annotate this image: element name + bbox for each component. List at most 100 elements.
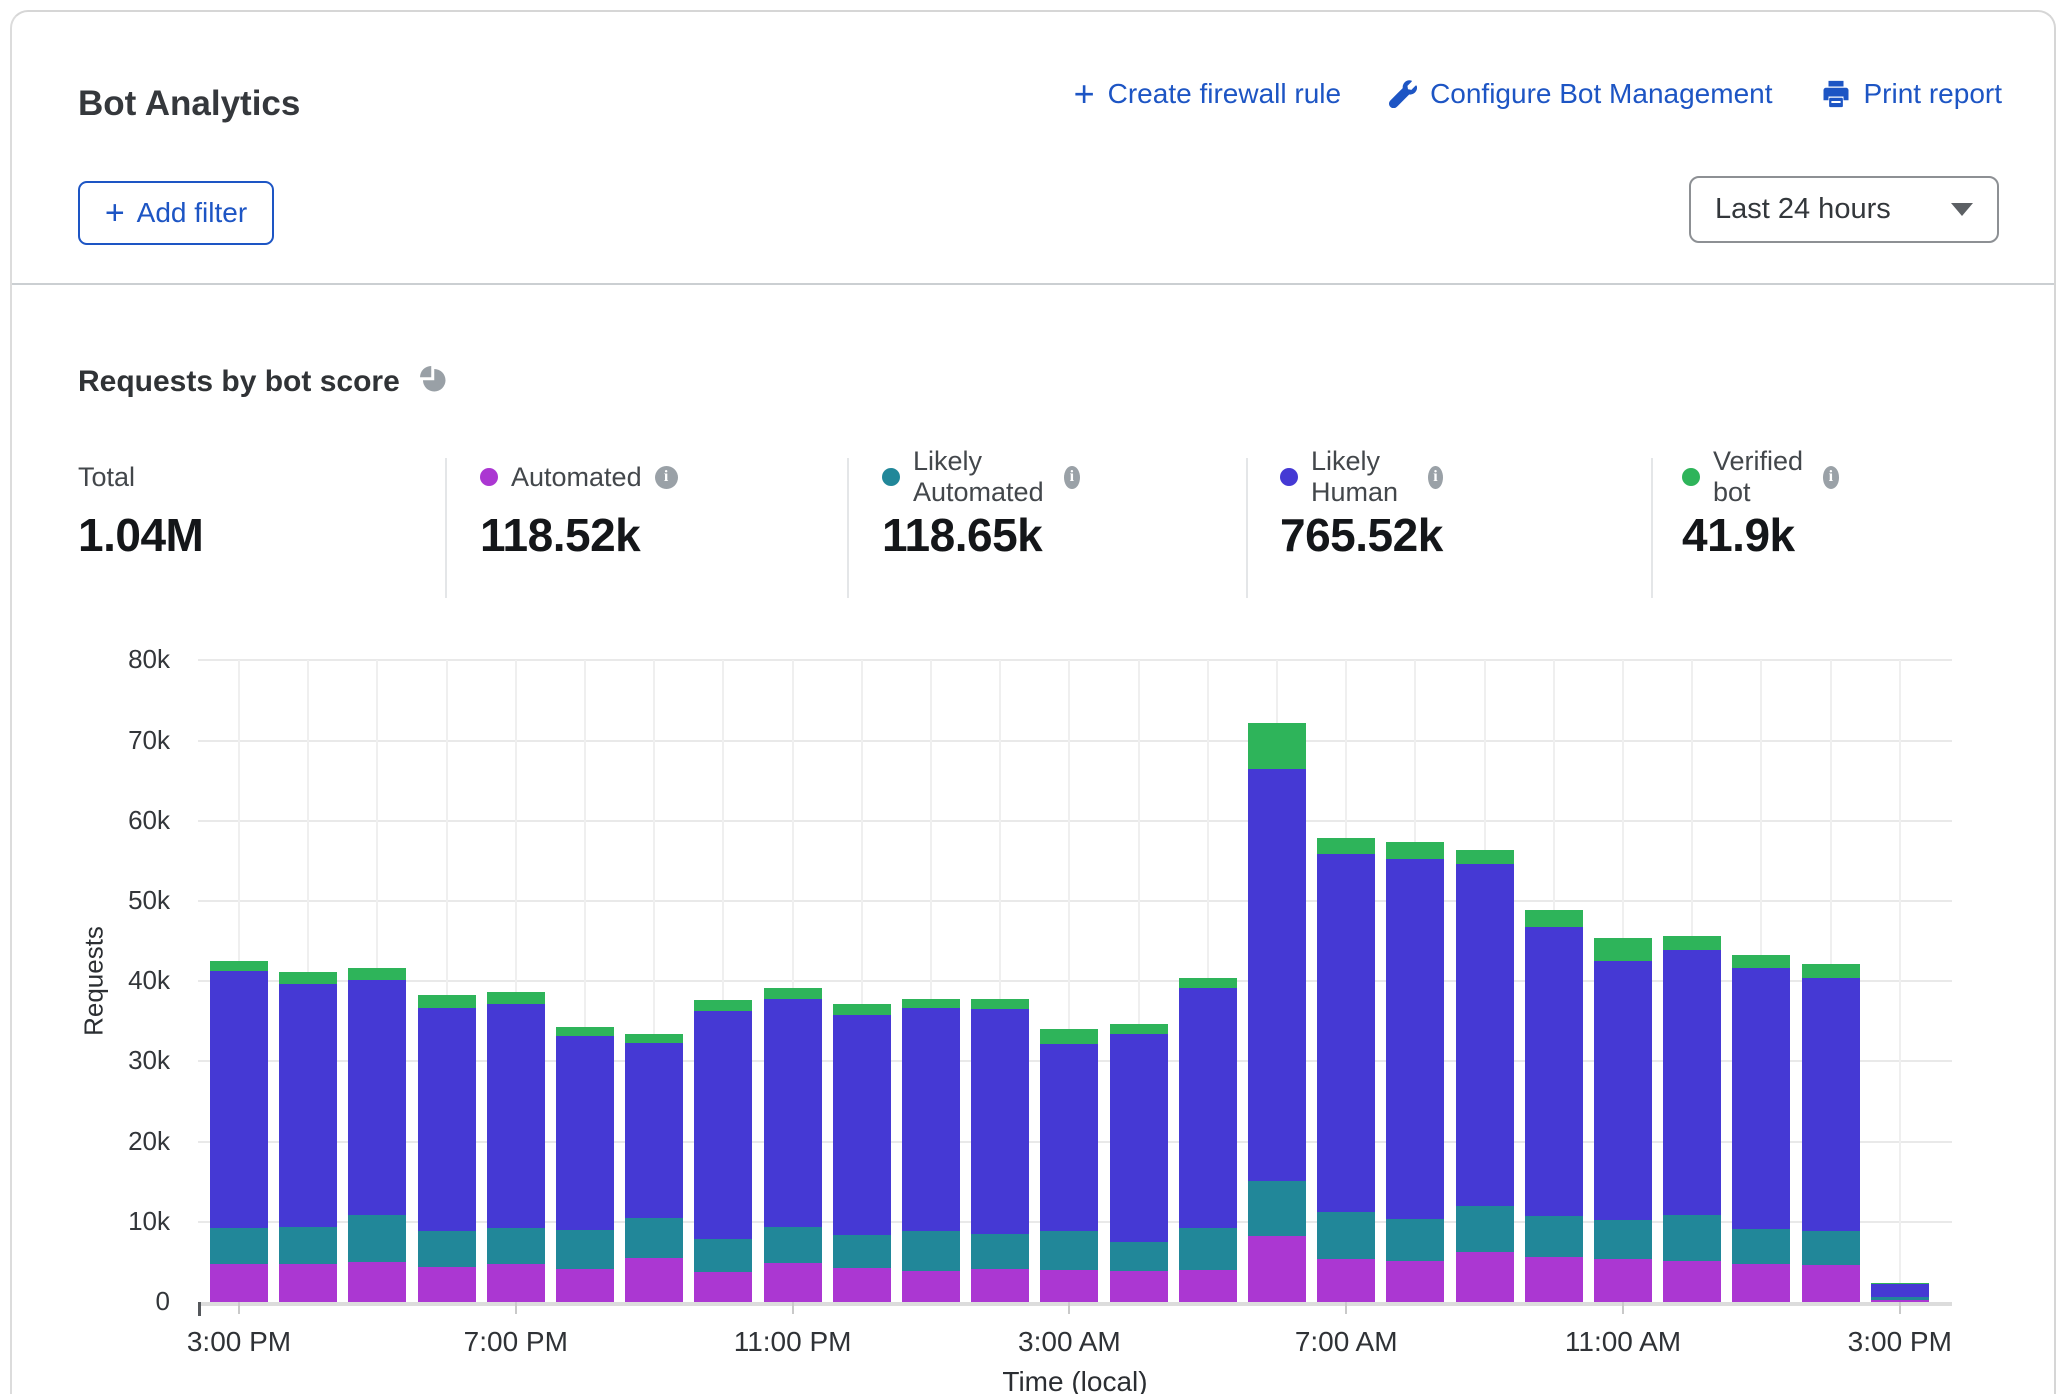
bar-segment-verified-bot[interactable] (1248, 723, 1306, 769)
bar-segment-automated[interactable] (279, 1264, 337, 1302)
bar-segment-automated[interactable] (1525, 1257, 1583, 1302)
bar-segment-likely-human[interactable] (1732, 968, 1790, 1229)
bar-segment-verified-bot[interactable] (971, 999, 1029, 1009)
bar-segment-verified-bot[interactable] (1040, 1029, 1098, 1043)
bar-segment-automated[interactable] (1317, 1259, 1375, 1302)
bar-segment-likely-human[interactable] (1525, 927, 1583, 1217)
stacked-bar[interactable] (1594, 938, 1652, 1302)
stacked-bar[interactable] (1110, 1024, 1168, 1302)
bar-segment-verified-bot[interactable] (210, 961, 268, 971)
bar-segment-automated[interactable] (348, 1262, 406, 1302)
bar-segment-likely-automated[interactable] (487, 1228, 545, 1264)
bar-segment-likely-human[interactable] (1456, 864, 1514, 1206)
bar-segment-likely-human[interactable] (1110, 1034, 1168, 1242)
bar-segment-likely-human[interactable] (1248, 769, 1306, 1181)
bar-segment-likely-human[interactable] (833, 1015, 891, 1235)
stacked-bar[interactable] (210, 961, 268, 1302)
bar-segment-likely-human[interactable] (556, 1036, 614, 1230)
bar-segment-automated[interactable] (1248, 1236, 1306, 1302)
bar-segment-likely-automated[interactable] (625, 1218, 683, 1258)
bar-segment-likely-human[interactable] (625, 1043, 683, 1218)
bar-segment-automated[interactable] (902, 1271, 960, 1302)
bar-segment-verified-bot[interactable] (764, 988, 822, 998)
bar-segment-verified-bot[interactable] (348, 968, 406, 980)
stacked-bar[interactable] (1317, 838, 1375, 1302)
bar-segment-automated[interactable] (1386, 1261, 1444, 1302)
stacked-bar[interactable] (556, 1027, 614, 1302)
bar-segment-automated[interactable] (971, 1269, 1029, 1302)
bar-segment-likely-automated[interactable] (210, 1228, 268, 1264)
bar-segment-likely-automated[interactable] (1040, 1231, 1098, 1270)
bar-segment-automated[interactable] (625, 1258, 683, 1302)
bar-segment-likely-automated[interactable] (1248, 1181, 1306, 1236)
bar-segment-likely-human[interactable] (1040, 1044, 1098, 1231)
bar-segment-verified-bot[interactable] (487, 992, 545, 1004)
bar-segment-likely-automated[interactable] (418, 1231, 476, 1267)
stacked-bar[interactable] (1802, 964, 1860, 1302)
stacked-bar[interactable] (1663, 936, 1721, 1302)
bar-segment-likely-automated[interactable] (1179, 1228, 1237, 1270)
bar-segment-likely-automated[interactable] (1525, 1216, 1583, 1257)
bar-segment-automated[interactable] (764, 1263, 822, 1302)
bar-segment-verified-bot[interactable] (1386, 842, 1444, 858)
bar-segment-likely-automated[interactable] (1386, 1219, 1444, 1262)
bar-segment-likely-automated[interactable] (1663, 1215, 1721, 1262)
stacked-bar[interactable] (1040, 1029, 1098, 1302)
bar-segment-automated[interactable] (1732, 1264, 1790, 1302)
bar-segment-likely-human[interactable] (1871, 1284, 1929, 1298)
bar-segment-likely-human[interactable] (1663, 950, 1721, 1215)
bar-segment-verified-bot[interactable] (1110, 1024, 1168, 1034)
bar-segment-likely-automated[interactable] (279, 1227, 337, 1264)
bar-segment-automated[interactable] (833, 1268, 891, 1302)
bar-segment-verified-bot[interactable] (1594, 938, 1652, 961)
bar-segment-likely-automated[interactable] (902, 1231, 960, 1271)
stacked-bar[interactable] (348, 968, 406, 1302)
stacked-bar[interactable] (694, 1000, 752, 1302)
bar-segment-likely-automated[interactable] (1317, 1212, 1375, 1259)
bar-segment-verified-bot[interactable] (1802, 964, 1860, 978)
bar-segment-likely-human[interactable] (210, 971, 268, 1228)
bar-segment-automated[interactable] (1179, 1270, 1237, 1302)
bar-segment-likely-human[interactable] (1317, 854, 1375, 1212)
bar-segment-likely-human[interactable] (1802, 978, 1860, 1231)
bar-segment-automated[interactable] (1802, 1265, 1860, 1302)
bar-segment-likely-human[interactable] (418, 1008, 476, 1231)
bar-segment-likely-human[interactable] (902, 1008, 960, 1231)
bar-segment-verified-bot[interactable] (902, 999, 960, 1008)
bar-segment-likely-automated[interactable] (1110, 1242, 1168, 1271)
bar-segment-likely-human[interactable] (487, 1004, 545, 1228)
stacked-bar[interactable] (625, 1034, 683, 1302)
bar-segment-verified-bot[interactable] (1456, 850, 1514, 864)
bar-segment-automated[interactable] (1110, 1271, 1168, 1302)
stacked-bar[interactable] (1386, 842, 1444, 1302)
bar-segment-automated[interactable] (1663, 1261, 1721, 1302)
stacked-bar[interactable] (418, 995, 476, 1302)
stacked-bar[interactable] (1732, 955, 1790, 1302)
bar-segment-likely-human[interactable] (1179, 988, 1237, 1228)
bar-segment-automated[interactable] (1594, 1259, 1652, 1302)
stacked-bar[interactable] (833, 1004, 891, 1302)
bar-segment-verified-bot[interactable] (1525, 910, 1583, 927)
bar-segment-likely-automated[interactable] (1802, 1231, 1860, 1265)
bar-segment-automated[interactable] (418, 1267, 476, 1302)
bar-segment-automated[interactable] (1040, 1270, 1098, 1302)
bar-segment-automated[interactable] (694, 1272, 752, 1302)
bar-segment-automated[interactable] (556, 1269, 614, 1302)
bar-segment-verified-bot[interactable] (625, 1034, 683, 1043)
bar-segment-likely-automated[interactable] (764, 1227, 822, 1263)
bar-segment-automated[interactable] (487, 1264, 545, 1302)
bar-segment-likely-automated[interactable] (971, 1234, 1029, 1269)
bar-segment-verified-bot[interactable] (1179, 978, 1237, 988)
stacked-bar[interactable] (1179, 978, 1237, 1302)
stacked-bar[interactable] (487, 992, 545, 1302)
bar-segment-likely-human[interactable] (1594, 961, 1652, 1220)
stacked-bar[interactable] (1456, 850, 1514, 1302)
stacked-bar[interactable] (902, 999, 960, 1302)
bar-segment-automated[interactable] (1456, 1252, 1514, 1302)
bar-segment-likely-human[interactable] (279, 984, 337, 1228)
stacked-bar[interactable] (1525, 910, 1583, 1302)
bar-segment-likely-human[interactable] (348, 980, 406, 1214)
bar-segment-verified-bot[interactable] (694, 1000, 752, 1010)
bar-segment-likely-automated[interactable] (694, 1239, 752, 1271)
bar-segment-verified-bot[interactable] (556, 1027, 614, 1036)
